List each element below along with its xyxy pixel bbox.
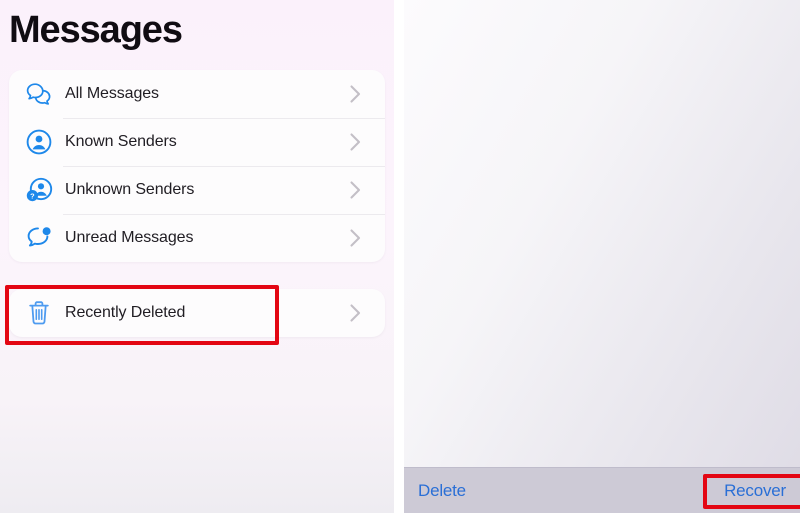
list-item-text: tzbgfknyei@hotmail... 1 Message [531,390,742,434]
sender-name: tzbgfknyei@hotmail... [531,392,692,409]
recover-button[interactable]: Recover [724,481,786,501]
retention-days: 30 Days [742,136,796,153]
retention-days: 30 Days [742,304,796,321]
list-item[interactable]: tzbgfknyei@hotmail... 1 Message 30 Days [404,370,800,454]
sidebar-item-known-senders[interactable]: Known Senders [9,118,385,166]
chat-bubbles-icon [25,80,53,108]
sender-name: AUTHMSG [531,235,611,252]
message-count: 2 Messages [563,151,644,168]
retention-days: 30 Days [742,220,796,237]
sidebar-item-recently-deleted[interactable]: Recently Deleted [9,289,385,337]
message-count: 1 Message [653,319,726,336]
sender-name: ING [531,151,559,168]
sender-name: Missed Call [531,67,617,84]
select-checkbox[interactable] [416,231,442,257]
deleted-messages-list: ALEXA 3 Messages 30 Days Missed Call 13 … [404,0,800,454]
chevron-right-icon [350,229,361,247]
list-item[interactable]: ALEXA 3 Messages 30 Days [404,0,800,34]
messages-settings-panel: Messages All Messages Known Senders ? Un… [0,0,394,513]
sender-name: +61 423 271 681 [531,319,649,336]
avatar [464,134,516,186]
select-checkbox[interactable] [416,63,442,89]
retention-days: 30 Days [742,52,796,69]
recently-deleted-list-panel: ALEXA 3 Messages 30 Days Missed Call 13 … [404,0,800,513]
avatar [464,386,516,438]
chevron-right-icon [350,304,361,322]
sidebar-item-label: Known Senders [65,133,177,150]
avatar [464,0,516,18]
recently-deleted-card: Recently Deleted [9,289,385,337]
person-question-icon: ? [25,176,53,204]
list-item-text: AUTHMSG 1 Message [531,233,742,255]
sidebar-item-label: Unknown Senders [65,181,195,198]
trash-icon [25,299,53,327]
sidebar-item-unread-messages[interactable]: Unread Messages [9,214,385,262]
list-item-text: ALEXA 3 Messages [531,0,742,3]
sidebar-item-label: All Messages [65,85,159,102]
filters-card: All Messages Known Senders ? Unknown Sen… [9,70,385,262]
svg-text:?: ? [30,192,35,201]
retention-days: 30 Days [742,388,796,405]
panel-divider [394,0,404,513]
sidebar-item-unknown-senders[interactable]: ? Unknown Senders [9,166,385,214]
message-count: 1 Message [614,235,688,252]
list-item[interactable]: ING 2 Messages 30 Days [404,118,800,202]
chevron-right-icon [350,181,361,199]
avatar [464,218,516,270]
list-item[interactable]: AUTHMSG 1 Message 30 Days [404,202,800,286]
chevron-right-icon [350,85,361,103]
select-checkbox[interactable] [416,399,442,425]
sidebar-item-label: Recently Deleted [65,304,186,321]
chevron-right-icon [350,133,361,151]
page-title: Messages [9,9,183,51]
list-item[interactable]: +61 423 271 681 1 Message 30 Days [404,286,800,370]
avatar [464,302,516,354]
select-checkbox[interactable] [416,147,442,173]
message-count: 13 Messages [621,67,710,84]
list-item-text: +61 423 271 681 1 Message [531,317,742,339]
sidebar-item-label: Unread Messages [65,229,194,246]
select-checkbox[interactable] [416,315,442,341]
list-item-text: ING 2 Messages [531,149,742,171]
person-circle-icon [25,128,53,156]
list-item-text: Missed Call 13 Messages [531,65,742,87]
chat-bubble-dot-icon [25,224,53,252]
screenshot-root: Messages All Messages Known Senders ? Un… [0,0,800,513]
list-item[interactable]: Missed Call 13 Messages 30 Days [404,34,800,118]
sidebar-item-all-messages[interactable]: All Messages [9,70,385,118]
avatar [464,50,516,102]
delete-button[interactable]: Delete [418,481,466,501]
select-checkbox[interactable] [416,0,442,5]
action-toolbar: Delete Recover [404,467,800,513]
